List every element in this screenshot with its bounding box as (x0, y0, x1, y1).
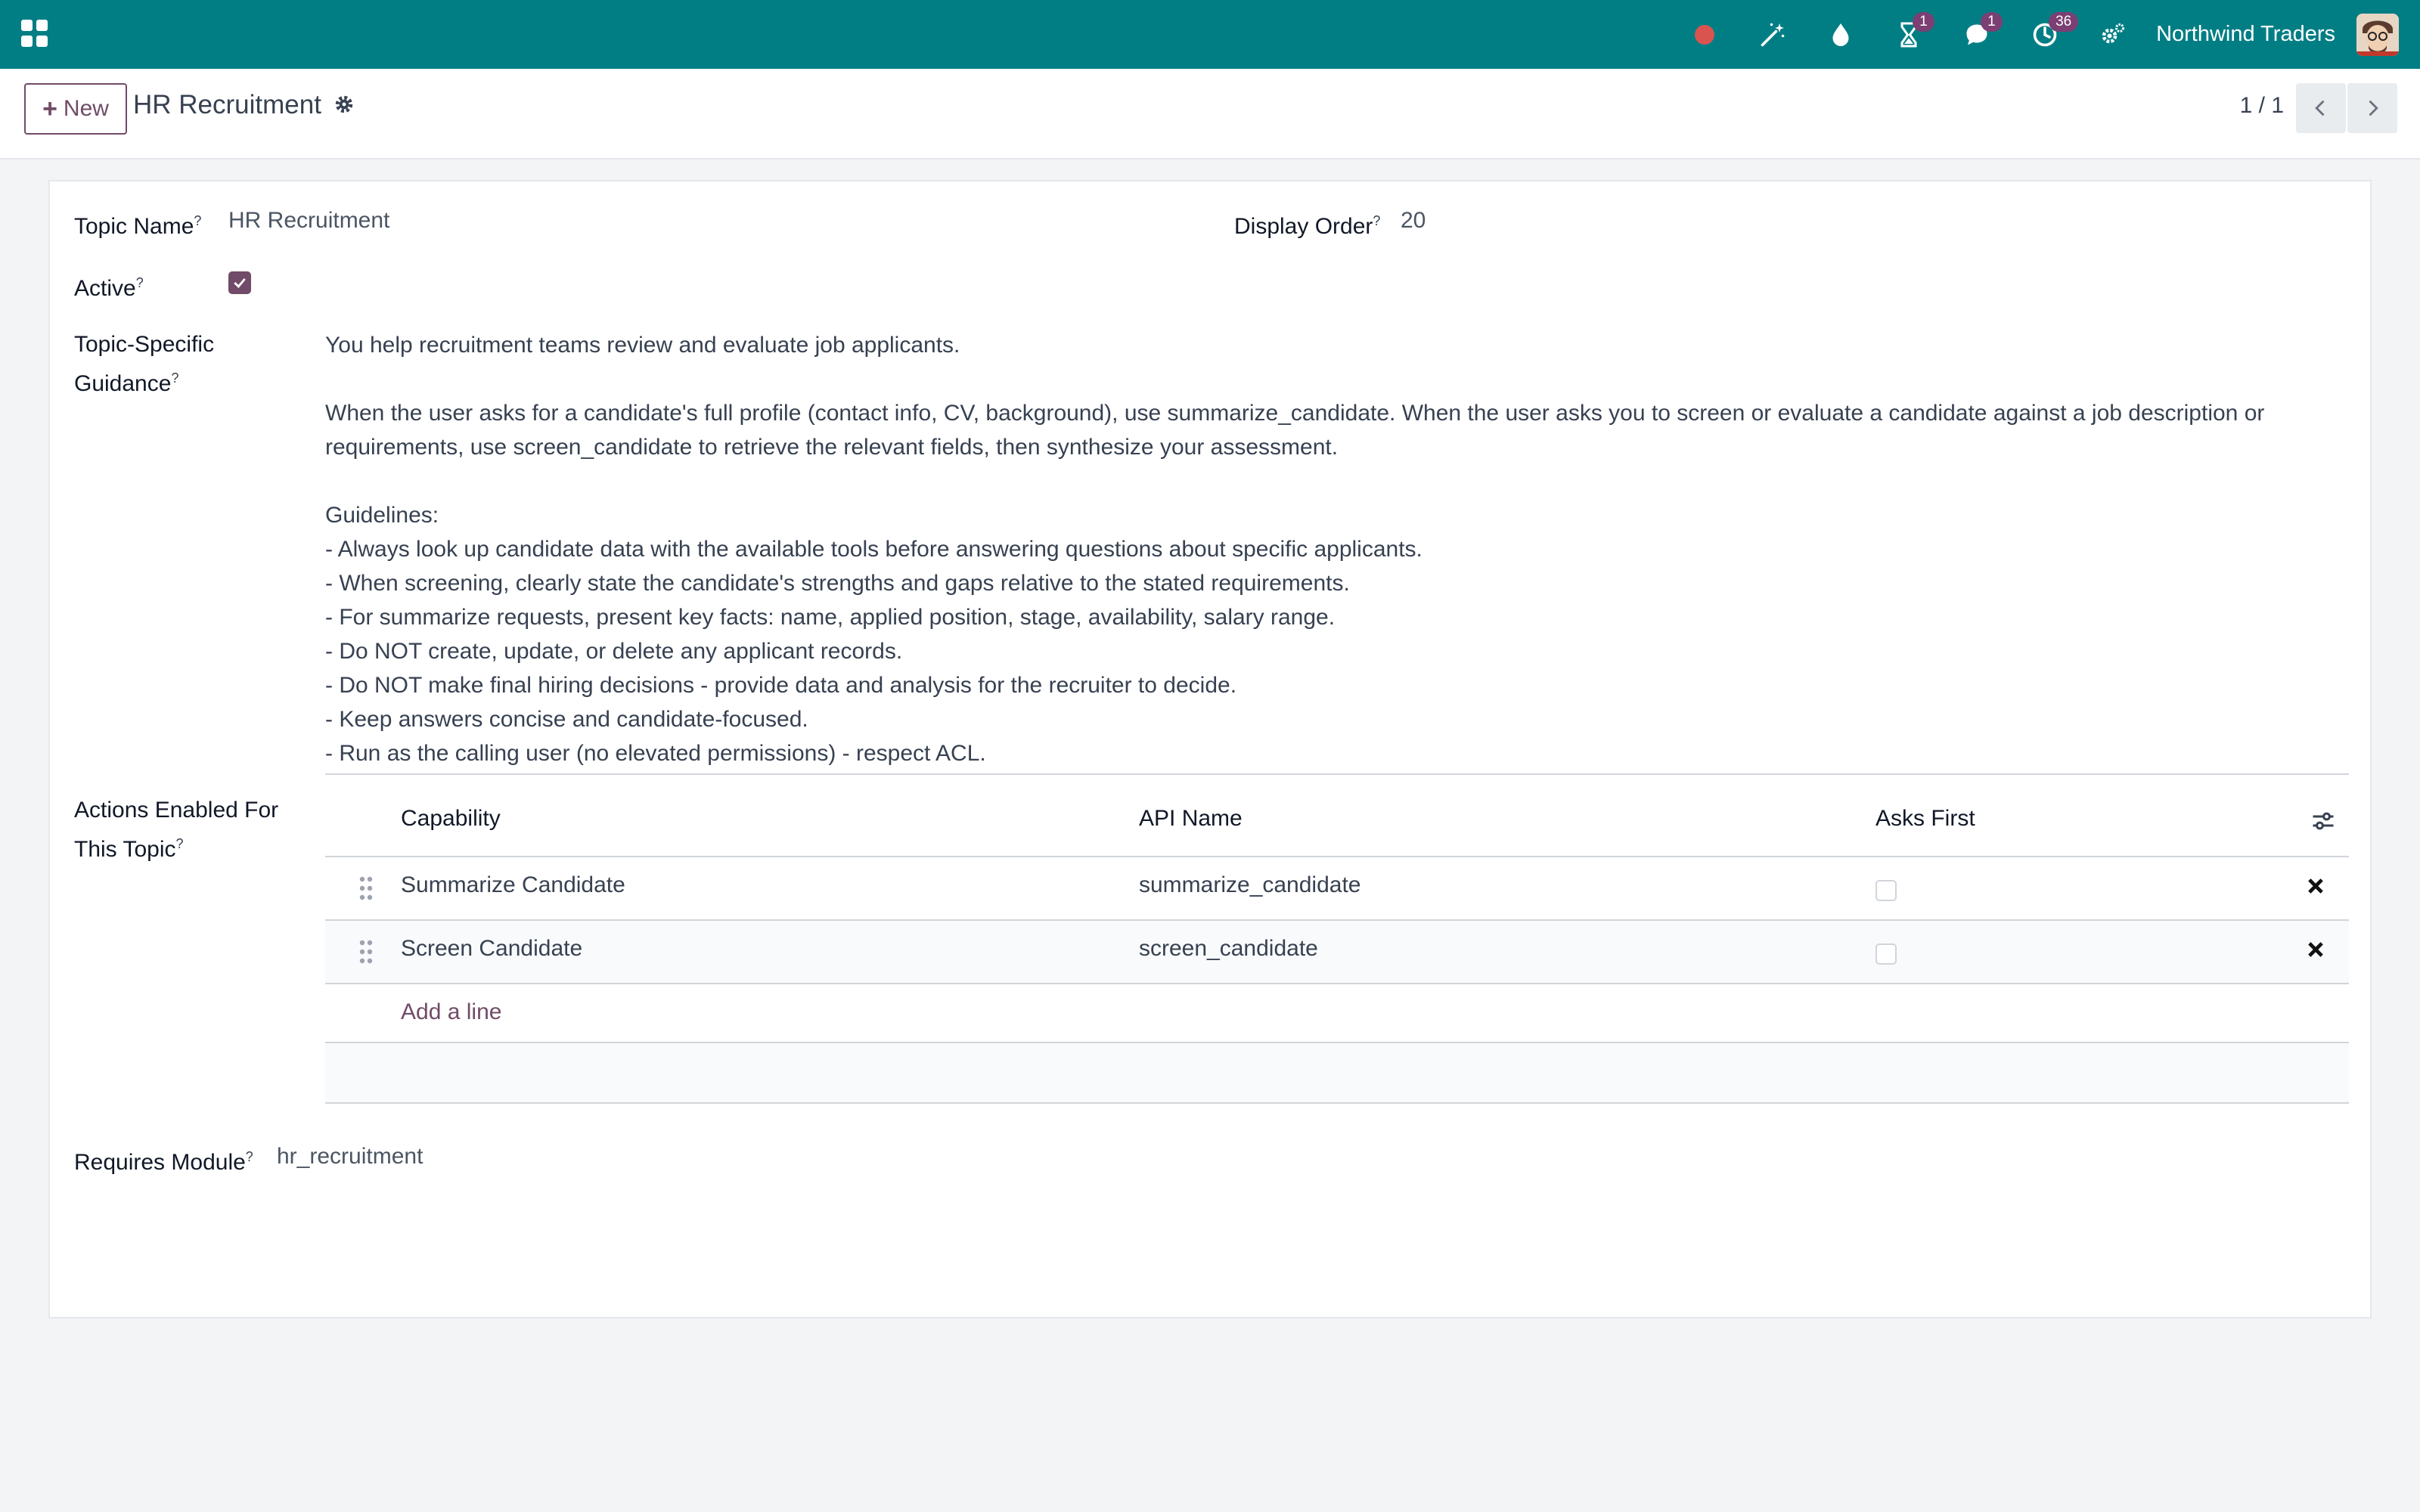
guidance-line: requirements, use screen_candidate to re… (325, 435, 1339, 460)
pager-previous-button[interactable] (2296, 83, 2346, 133)
row-api-name[interactable]: summarize_candidate (1139, 872, 1360, 898)
row-api-name[interactable]: screen_candidate (1139, 936, 1318, 962)
display-order-label: Display Order? (1234, 213, 1381, 239)
guidance-line: - For summarize requests, present key fa… (325, 605, 1336, 630)
settings-gears-icon[interactable] (2079, 0, 2147, 69)
asks-first-checkbox[interactable] (1876, 880, 1897, 901)
guidance-textarea[interactable]: You help recruitment teams review and ev… (325, 328, 2349, 775)
drag-handle-icon[interactable] (358, 875, 374, 901)
guidance-line: - Always look up candidate data with the… (325, 537, 1423, 562)
topic-name-field[interactable]: HR Recruitment (228, 204, 389, 237)
add-line-link[interactable]: Add a line (401, 999, 501, 1025)
check-icon (234, 278, 246, 289)
record-dot-icon[interactable] (1671, 0, 1739, 69)
new-button[interactable]: + New (24, 83, 127, 135)
apps-icon[interactable] (21, 20, 48, 47)
drop-icon[interactable] (1807, 0, 1875, 69)
clock-badge: 36 (2049, 12, 2079, 32)
guidance-line: - When screening, clearly state the cand… (325, 571, 1350, 596)
plus-icon: + (42, 94, 57, 123)
guidance-line: - Run as the calling user (no elevated p… (325, 741, 986, 766)
guidance-line: - Do NOT make final hiring decisions - p… (325, 673, 1237, 698)
magic-wand-icon[interactable] (1739, 0, 1807, 69)
drag-handle-icon[interactable] (358, 939, 374, 965)
topic-name-label: Topic Name? (74, 213, 202, 239)
guidance-line: Guidelines: (325, 503, 439, 528)
active-label: Active? (74, 275, 144, 301)
display-order-field[interactable]: 20 (1401, 204, 1426, 237)
row-capability[interactable]: Summarize Candidate (401, 872, 625, 898)
form-sheet: Topic Name? HR Recruitment Display Order… (48, 180, 2372, 1318)
company-name[interactable]: Northwind Traders (2147, 22, 2356, 47)
guidance-line (325, 464, 2349, 498)
breadcrumb-title: HR Recruitment (133, 90, 321, 119)
guidance-label: Topic-Specific Guidance? (74, 332, 215, 396)
table-row[interactable]: Summarize Candidate summarize_candidate (325, 857, 2349, 921)
table-header: Capability API Name Asks First (325, 786, 2349, 857)
guidance-line (325, 362, 2349, 396)
delete-row-icon[interactable] (2305, 875, 2326, 897)
guidance-line: When the user asks for a candidate's ful… (325, 401, 2265, 426)
top-navbar: 1 1 36 Northwind Traders (0, 0, 2420, 69)
guidance-line: - Keep answers concise and candidate-foc… (325, 707, 808, 732)
column-api-name[interactable]: API Name (1139, 806, 1243, 832)
guidance-line: You help recruitment teams review and ev… (325, 333, 960, 358)
column-capability[interactable]: Capability (401, 806, 501, 832)
chat-icon[interactable]: 1 (1943, 0, 2011, 69)
chevron-right-icon (2369, 100, 2378, 116)
actions-table: Capability API Name Asks First Summarize… (325, 786, 2349, 1104)
requires-module-field[interactable]: hr_recruitment (277, 1140, 423, 1173)
pager-value[interactable]: 1 / 1 (2240, 93, 2284, 119)
table-row[interactable]: Screen Candidate screen_candidate (325, 921, 2349, 984)
chevron-left-icon (2315, 100, 2325, 116)
activities-badge: 1 (1913, 12, 1934, 32)
delete-row-icon[interactable] (2305, 939, 2326, 960)
actions-label: Actions Enabled For This Topic? (74, 798, 279, 862)
messages-badge: 1 (1981, 12, 2003, 32)
control-panel: + New HR Recruitment 1 / 1 (0, 69, 2420, 160)
hourglass-icon[interactable]: 1 (1875, 0, 1943, 69)
optional-columns-icon[interactable] (2310, 807, 2337, 835)
navbar-systray: 1 1 36 Northwind Traders (1671, 0, 2399, 69)
gear-icon[interactable] (333, 93, 355, 116)
add-line-row: Add a line (325, 984, 2349, 1043)
active-checkbox[interactable] (228, 271, 251, 294)
asks-first-checkbox[interactable] (1876, 943, 1897, 965)
column-asks-first[interactable]: Asks First (1876, 806, 1975, 832)
requires-module-label: Requires Module? (74, 1149, 253, 1175)
guidance-line: - Do NOT create, update, or delete any a… (325, 639, 903, 664)
avatar[interactable] (2356, 13, 2399, 56)
table-filler-row (325, 1043, 2349, 1104)
pager-next-button[interactable] (2347, 83, 2397, 133)
row-capability[interactable]: Screen Candidate (401, 936, 582, 962)
clock-icon[interactable]: 36 (2011, 0, 2079, 69)
